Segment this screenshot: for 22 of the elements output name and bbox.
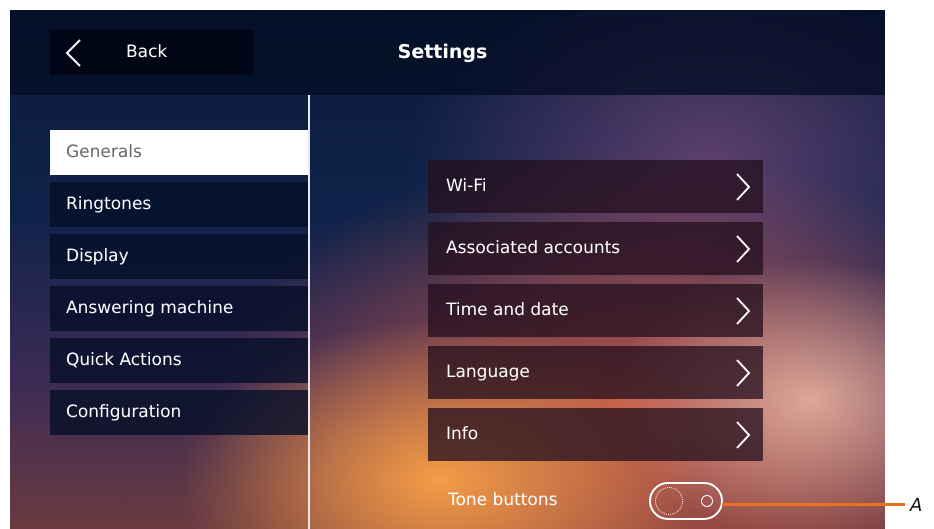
sidebar-item[interactable]: Display [50,234,308,279]
toggle-switch[interactable] [649,482,724,520]
chevron-left-icon [64,38,82,68]
settings-item[interactable]: Wi-Fi [428,160,763,213]
toggle-label: Tone buttons [448,489,558,512]
settings-item[interactable]: Associated accounts [428,222,763,275]
chevron-right-icon [735,234,751,264]
chevron-right-icon [735,172,751,202]
chevron-right-icon [735,420,751,450]
sidebar-item[interactable]: Quick Actions [50,338,308,383]
sidebar-item[interactable]: Configuration [50,390,308,435]
back-button[interactable]: Back [50,30,253,75]
sidebar-item[interactable]: Ringtones [50,182,308,227]
sidebar-item[interactable]: Answering machine [50,286,308,331]
callout-label: A [910,494,922,518]
settings-item[interactable]: Info [428,408,763,461]
screen-title: Settings [398,40,488,66]
sidebar-item[interactable]: Generals [50,130,308,175]
chevron-right-icon [735,358,751,388]
settings-item[interactable]: Language [428,346,763,399]
chevron-right-icon [735,296,751,326]
settings-item[interactable]: Time and date [428,284,763,337]
